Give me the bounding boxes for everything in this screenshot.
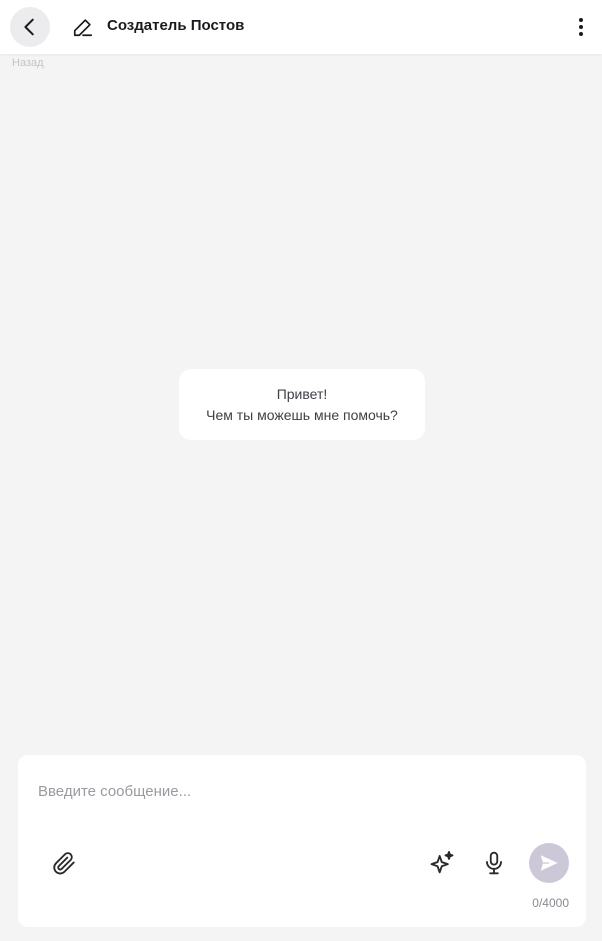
send-button[interactable] [529,843,569,883]
sparkle-icon [430,850,454,874]
pencil-icon [73,19,93,37]
send-icon [540,855,558,871]
greeting-line-2: Чем ты можешь мне помочь? [206,406,398,423]
ai-sparkle-button[interactable] [427,848,457,878]
back-tooltip: Назад [12,57,44,69]
message-input[interactable] [38,783,558,800]
chevron-left-icon [24,18,34,36]
header-bar: Создатель Постов [0,0,602,54]
page-title: Создатель Постов [107,17,245,34]
voice-input-button[interactable] [479,848,509,878]
greeting-line-1: Привет! [276,385,328,402]
message-composer: 0/4000 [18,755,586,927]
chat-screen: Создатель Постов Назад Привет! Чем ты мо… [0,0,602,941]
paperclip-icon [53,852,75,875]
more-vertical-icon [579,18,583,36]
char-counter: 0/4000 [532,896,569,910]
microphone-icon [486,851,502,875]
greeting-bubble[interactable]: Привет! Чем ты можешь мне помочь? [179,369,425,440]
attach-button[interactable] [49,848,79,878]
back-button[interactable] [10,7,50,47]
more-menu-button[interactable] [569,14,593,40]
